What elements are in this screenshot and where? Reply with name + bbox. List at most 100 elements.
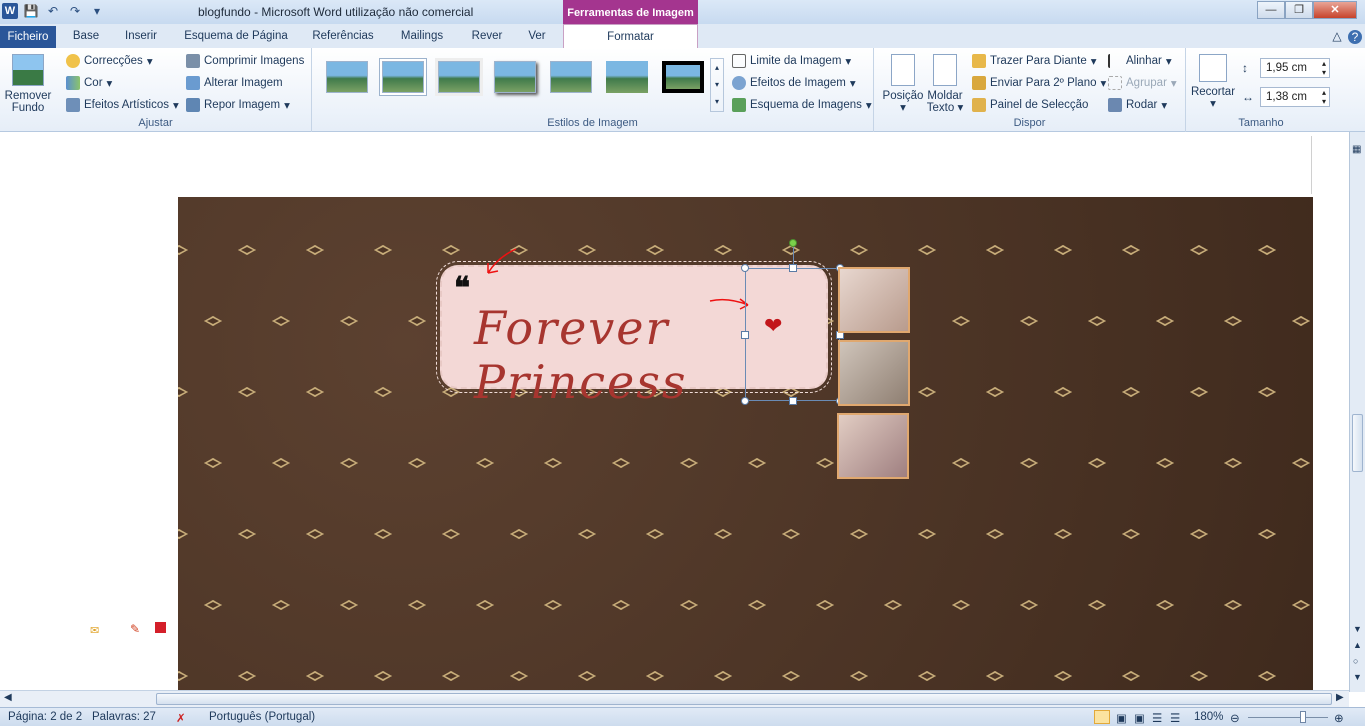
resize-handle-w[interactable] (741, 331, 749, 339)
proofing-icon[interactable]: ✗ (176, 711, 186, 725)
picture-style-2[interactable] (382, 61, 424, 93)
pattern-diamond (408, 458, 426, 468)
word-count[interactable]: Palavras: 27 (92, 711, 156, 723)
picture-layout-button[interactable]: Esquema de Imagens ▾ (732, 98, 872, 112)
align-button[interactable]: Alinhar ▾ (1108, 54, 1172, 68)
vertical-scroll-thumb[interactable] (1352, 414, 1363, 472)
width-spinner[interactable]: ▴ ▾ (1322, 88, 1326, 106)
undo-icon[interactable]: ↶ (44, 2, 62, 20)
zoom-slider[interactable] (1248, 717, 1328, 718)
scroll-down-arrow[interactable]: ▼ (1353, 624, 1362, 634)
tab-review[interactable]: Rever (467, 28, 507, 48)
ruler-toggle-icon[interactable]: ▦ (1352, 144, 1361, 155)
customize-qat-icon[interactable]: ▾ (88, 2, 106, 20)
scroll-right-arrow[interactable]: ▶ (1336, 692, 1344, 703)
selected-picture-frame[interactable] (741, 239, 844, 405)
vertical-scrollbar[interactable]: ▦ ▼ ▲ ○ ▼ (1349, 132, 1365, 692)
pencil-icon[interactable]: ✎ (130, 622, 140, 636)
tab-file[interactable]: Ficheiro (0, 26, 56, 48)
picture-style-7[interactable] (662, 61, 704, 93)
rotate-handle[interactable] (789, 239, 797, 247)
crop-button[interactable]: Recortar ▾ (1190, 54, 1236, 110)
background-image[interactable]: ❝ Forever Princess ❤ (178, 197, 1313, 690)
rotate-button[interactable]: Rodar ▾ (1108, 98, 1167, 112)
picture-style-1[interactable] (326, 61, 368, 93)
width-input[interactable]: 1,38 cm ▴ ▾ (1260, 87, 1330, 107)
maximize-button[interactable]: ❐ (1285, 1, 1313, 19)
zoom-out-icon[interactable]: ⊖ (1230, 711, 1240, 725)
email-icon[interactable]: ✉ (90, 624, 99, 637)
height-input[interactable]: 1,95 cm ▴ ▾ (1260, 58, 1330, 78)
tab-references[interactable]: Referências (308, 28, 378, 48)
picture-style-4[interactable] (494, 61, 536, 93)
pattern-diamond (1292, 458, 1310, 468)
save-icon[interactable]: 💾 (22, 2, 40, 20)
zoom-in-icon[interactable]: ⊕ (1334, 711, 1344, 725)
print-layout-view-icon[interactable] (1094, 710, 1110, 724)
bring-forward-button[interactable]: Trazer Para Diante ▾ (972, 54, 1097, 68)
position-button[interactable]: Posição ▾ (880, 54, 926, 114)
selection-pane-button[interactable]: Painel de Selecção (972, 98, 1088, 112)
color-button[interactable]: Cor ▾ (66, 76, 112, 90)
pattern-diamond (272, 600, 290, 610)
pattern-diamond (1190, 245, 1208, 255)
tab-format[interactable]: Formatar (563, 24, 698, 49)
full-screen-view-icon[interactable]: ▣ (1116, 711, 1127, 725)
pattern-diamond (1054, 671, 1072, 681)
zoom-slider-thumb[interactable] (1300, 711, 1306, 723)
picture-border-button[interactable]: Limite da Imagem ▾ (732, 54, 851, 68)
picture-style-3[interactable] (438, 61, 480, 93)
previous-page-icon[interactable]: ▲ (1353, 640, 1362, 650)
change-picture-button[interactable]: Alterar Imagem (186, 76, 283, 90)
redo-icon[interactable]: ↷ (66, 2, 84, 20)
picture-style-6[interactable] (606, 61, 648, 93)
styles-gallery-scroll[interactable]: ▴ ▾ ▾ (710, 58, 724, 112)
height-spinner[interactable]: ▴ ▾ (1322, 59, 1326, 77)
tab-page-layout[interactable]: Esquema de Página (182, 28, 290, 48)
outline-view-icon[interactable]: ☰ (1152, 711, 1162, 725)
word-app-icon[interactable]: W (2, 3, 18, 19)
compress-pictures-button[interactable]: Comprimir Imagens (186, 54, 304, 68)
corrections-button[interactable]: Correcções ▾ (66, 54, 153, 68)
resize-handle-sw[interactable] (741, 397, 749, 405)
pattern-diamond (204, 600, 222, 610)
web-layout-view-icon[interactable]: ▣ (1134, 711, 1145, 725)
draft-view-icon[interactable]: ☰ (1170, 711, 1180, 725)
page-1-bottom (4, 136, 1312, 194)
remove-background-button[interactable]: Remover Fundo (4, 54, 52, 114)
picture-style-5[interactable] (550, 61, 592, 93)
select-browse-object-icon[interactable]: ○ (1353, 656, 1358, 666)
horizontal-scroll-thumb[interactable] (156, 693, 1332, 705)
butterfly-picture-2[interactable] (838, 340, 910, 406)
resize-handle-nw[interactable] (741, 264, 749, 272)
close-button[interactable]: ✕ (1313, 1, 1357, 19)
picture-effects-button[interactable]: Efeitos de Imagem ▾ (732, 76, 856, 90)
language-indicator[interactable]: Português (Portugal) (209, 711, 315, 723)
collapse-ribbon-icon[interactable]: △ (1330, 28, 1344, 48)
resize-handle-n[interactable] (789, 264, 797, 272)
tab-home[interactable]: Base (68, 28, 104, 48)
pattern-diamond (306, 245, 324, 255)
scroll-left-arrow[interactable]: ◀ (4, 692, 12, 703)
group-label: Agrupar (1126, 77, 1167, 89)
help-icon[interactable]: ? (1348, 30, 1362, 44)
tab-insert[interactable]: Inserir (119, 28, 163, 48)
butterfly-picture-3[interactable] (837, 413, 909, 479)
artistic-effects-button[interactable]: Efeitos Artísticos ▾ (66, 98, 179, 112)
horizontal-scrollbar[interactable]: ◀ ▶ (0, 690, 1349, 707)
tab-mailings[interactable]: Mailings (396, 28, 448, 48)
reset-picture-button[interactable]: Repor Imagem ▾ (186, 98, 290, 112)
save-red-icon[interactable] (155, 622, 166, 633)
resize-handle-s[interactable] (789, 397, 797, 405)
butterfly-picture-1[interactable] (838, 267, 910, 333)
minimize-button[interactable]: — (1257, 1, 1285, 19)
group-button[interactable]: Agrupar ▾ (1108, 76, 1177, 90)
next-page-icon[interactable]: ▼ (1353, 672, 1362, 682)
pattern-diamond (1020, 458, 1038, 468)
pattern-diamond (952, 458, 970, 468)
page-count[interactable]: Página: 2 de 2 (8, 711, 82, 723)
wrap-text-button[interactable]: Moldar Texto ▾ (924, 54, 966, 114)
zoom-level[interactable]: 180% (1194, 711, 1223, 723)
send-backward-button[interactable]: Enviar Para 2º Plano ▾ (972, 76, 1106, 90)
tab-view[interactable]: Ver (523, 28, 551, 48)
